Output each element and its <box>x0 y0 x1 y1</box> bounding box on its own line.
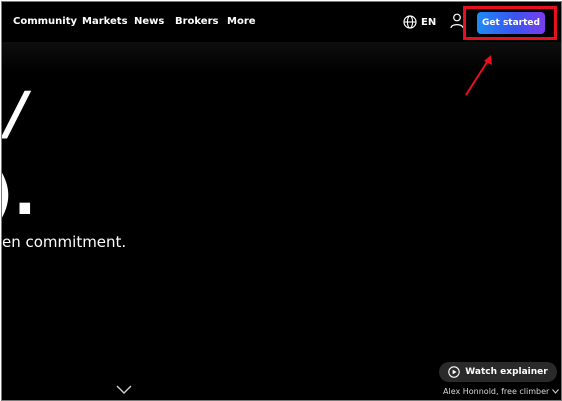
language-selector[interactable]: EN <box>403 14 436 30</box>
nav-item-brokers[interactable]: Brokers <box>175 16 218 27</box>
hero-subtitle: en commitment. <box>2 233 127 251</box>
hero-heading-line-2: ). <box>2 159 37 229</box>
play-icon <box>448 366 461 378</box>
globe-icon <box>403 15 417 29</box>
hero-heading-line-1: / <box>6 79 28 147</box>
top-navigation: Community Markets News Brokers More EN G… <box>2 2 561 42</box>
browser-viewport: Community Markets News Brokers More EN G… <box>1 1 562 401</box>
photo-credit-label: Alex Honnold, free climber <box>443 387 550 396</box>
photo-credit[interactable]: Alex Honnold, free climber <box>443 387 560 396</box>
watch-explainer-label: Watch explainer <box>465 367 548 377</box>
nav-item-news[interactable]: News <box>134 16 164 27</box>
nav-item-community[interactable]: Community <box>13 16 77 27</box>
chevron-down-icon <box>552 389 560 394</box>
annotation-arrow-icon <box>465 55 492 96</box>
nav-item-markets[interactable]: Markets <box>82 16 128 27</box>
nav-item-more[interactable]: More <box>227 16 256 27</box>
watch-explainer-button[interactable]: Watch explainer <box>439 362 557 382</box>
get-started-button[interactable]: Get started <box>477 12 545 34</box>
user-icon[interactable] <box>450 13 464 29</box>
chevron-down-icon[interactable] <box>116 385 132 395</box>
language-label: EN <box>421 16 437 28</box>
